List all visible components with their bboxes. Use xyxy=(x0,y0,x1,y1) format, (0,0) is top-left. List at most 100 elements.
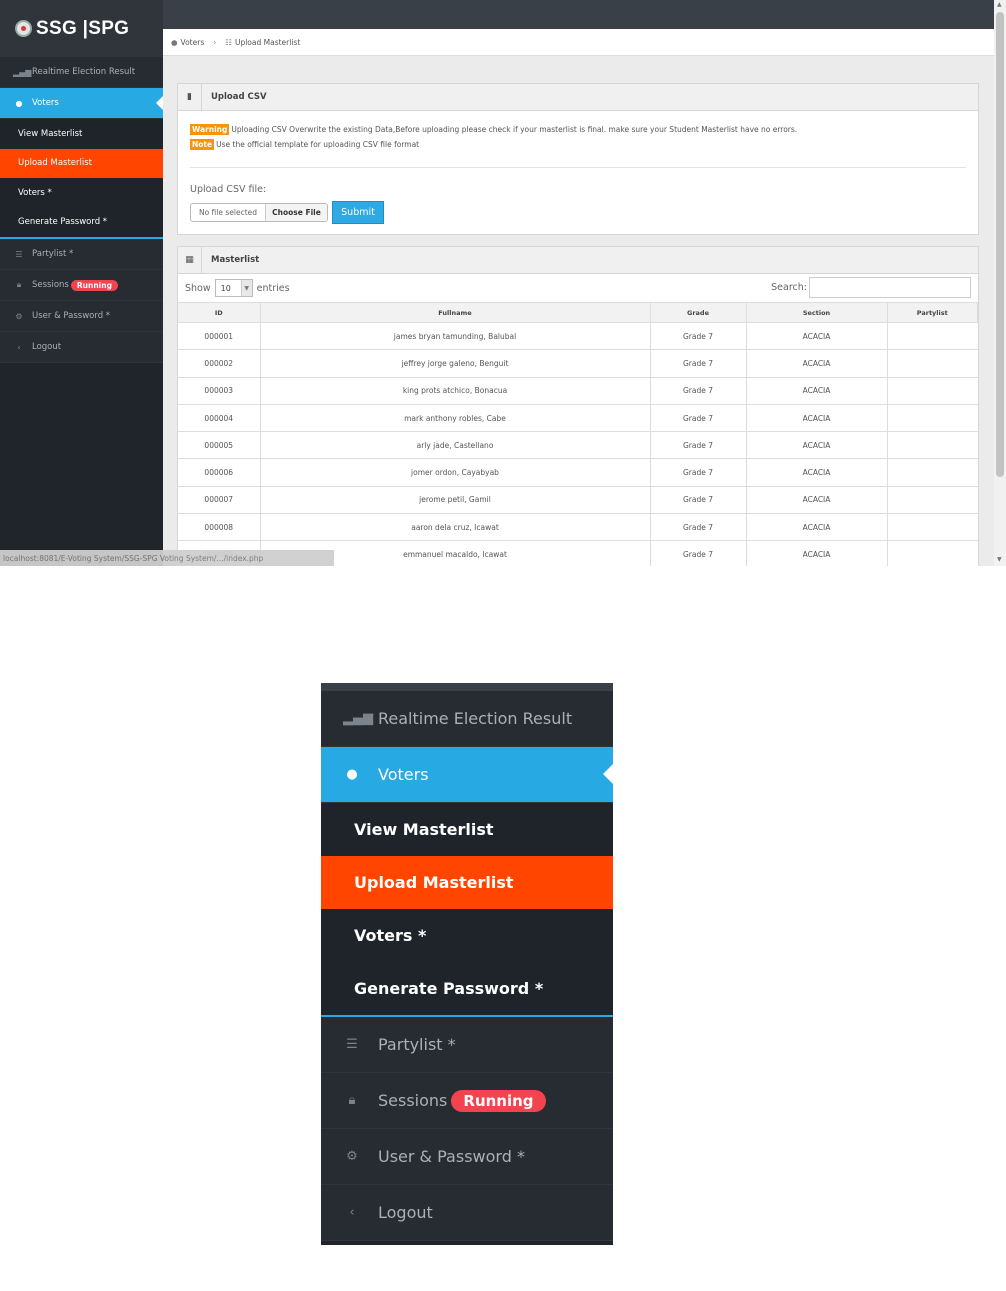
search-control: Search: xyxy=(771,277,971,298)
scroll-down-icon[interactable]: ▼ xyxy=(997,556,1002,563)
submenu-label: Upload Masterlist xyxy=(354,873,514,892)
scroll-up-icon[interactable]: ▲ xyxy=(997,1,1002,8)
chevron-down-icon: ▼ xyxy=(240,280,252,296)
grid-icon: ▦ xyxy=(178,247,202,273)
submenu-voters[interactable]: Voters * xyxy=(0,178,163,208)
cell-id: 000001 xyxy=(178,322,260,351)
sidebar-item-user-password[interactable]: ⚙ User & Password * xyxy=(0,301,163,332)
show-label: Show xyxy=(185,282,211,294)
cell-fullname: mark anthony robles, Cabe xyxy=(259,404,650,433)
brand-title: SSG |SPG xyxy=(36,17,130,39)
sidebar-item-realtime-result[interactable]: ▂▄▆ Realtime Election Result xyxy=(321,691,613,747)
search-input[interactable] xyxy=(809,277,971,298)
sidebar-item-label: Voters xyxy=(378,765,429,784)
bookmark-icon: ▮ xyxy=(178,84,202,110)
warning-text: Uploading CSV Overwrite the existing Dat… xyxy=(231,125,798,134)
sidebar-item-label: Realtime Election Result xyxy=(32,67,136,77)
cell-fullname: jeffrey jorge galeno, Benguit xyxy=(259,349,650,378)
scrollbar-thumb[interactable] xyxy=(996,12,1004,477)
table-row[interactable]: 000002 jeffrey jorge galeno, Benguit Grade… xyxy=(178,349,978,378)
table-row[interactable]: 000005 arly jade, Castellano Grade 7 ACACIA xyxy=(178,431,978,460)
cell-partylist xyxy=(886,540,978,566)
column-header-id[interactable]: ID xyxy=(178,302,261,323)
top-navbar-strip xyxy=(321,683,613,691)
table-row[interactable]: 000001 james bryan tamunding, Balubal Grad… xyxy=(178,322,978,351)
entries-control: Show 10 ▼ entries xyxy=(185,279,290,297)
sidebar-item-logout[interactable]: ‹ Logout xyxy=(0,332,163,363)
submenu-voters[interactable]: Voters * xyxy=(321,909,613,962)
table-row[interactable]: 000007 jerome petil, Gamil Grade 7 ACACIA xyxy=(178,486,978,515)
cell-section: ACACIA xyxy=(745,404,887,433)
status-bar-url: localhost:8081/E-Voting System/SSG-SPG V… xyxy=(0,550,334,566)
sidebar-item-partylist[interactable]: ☰ Partylist * xyxy=(321,1017,613,1073)
logo-icon xyxy=(15,20,32,37)
submenu-label: View Masterlist xyxy=(354,820,494,839)
cell-fullname: jomer ordon, Cayabyab xyxy=(259,458,650,487)
submenu-upload-masterlist[interactable]: Upload Masterlist xyxy=(0,148,163,178)
sidebar-item-label: Partylist * xyxy=(378,1035,456,1054)
table-row[interactable]: 000004 mark anthony robles, Cabe Grade 7 AC… xyxy=(178,404,978,433)
submenu-generate-password[interactable]: Generate Password * xyxy=(0,208,163,238)
sidebar-item-voters[interactable]: ● Voters xyxy=(0,88,163,119)
sidebar-item-label: User & Password * xyxy=(378,1147,525,1166)
column-header-section[interactable]: Section xyxy=(745,302,888,323)
submenu-upload-masterlist[interactable]: Upload Masterlist xyxy=(321,856,613,909)
submenu-label: View Masterlist xyxy=(18,128,83,139)
entries-select[interactable]: 10 ▼ xyxy=(214,279,253,297)
column-header-partylist[interactable]: Partylist xyxy=(886,302,978,323)
cell-partylist xyxy=(886,486,978,515)
panel-title: Upload CSV xyxy=(211,92,267,102)
sidebar-item-label: User & Password * xyxy=(32,311,111,321)
cell-id: 000005 xyxy=(178,431,260,460)
cell-partylist xyxy=(886,404,978,433)
breadcrumb-current: Upload Masterlist xyxy=(234,37,301,47)
sidebar-zoomed: ▂▄▆ Realtime Election Result ● Voters Vi… xyxy=(321,683,613,1245)
submenu-label: Upload Masterlist xyxy=(18,158,92,169)
submenu-view-masterlist[interactable]: View Masterlist xyxy=(0,119,163,149)
list-icon: ☰ xyxy=(346,1037,358,1052)
sidebar-item-sessions[interactable]: 🔒︎ Sessions Running xyxy=(321,1073,613,1129)
submenu-generate-password[interactable]: Generate Password * xyxy=(321,962,613,1015)
submenu-label: Voters * xyxy=(354,926,427,945)
brand[interactable]: SSG |SPG xyxy=(0,0,163,57)
breadcrumb-home[interactable]: Voters xyxy=(181,38,205,47)
cell-grade: Grade 7 xyxy=(649,377,746,405)
submit-button[interactable]: Submit xyxy=(332,201,384,224)
signal-icon: ▂▄▆ xyxy=(13,67,32,77)
column-header-grade[interactable]: Grade xyxy=(649,302,747,323)
cell-grade: Grade 7 xyxy=(649,486,746,515)
submenu-label: Voters * xyxy=(18,187,52,198)
sidebar-item-label: Logout xyxy=(32,342,62,352)
sidebar-item-user-password[interactable]: ⚙ User & Password * xyxy=(321,1129,613,1185)
sidebar-item-partylist[interactable]: ☰ Partylist * xyxy=(0,239,163,270)
sidebar-item-voters[interactable]: ● Voters xyxy=(321,747,613,803)
masterlist-panel: ▦ Masterlist Show 10 ▼ entries Search: I… xyxy=(177,246,979,566)
cell-section: ACACIA xyxy=(745,486,887,515)
sidebar-item-logout[interactable]: ‹ Logout xyxy=(321,1185,613,1241)
cell-grade: Grade 7 xyxy=(649,349,746,378)
gear-icon: ⚙ xyxy=(15,311,23,321)
submenu-view-masterlist[interactable]: View Masterlist xyxy=(321,803,613,856)
sidebar-item-label: Voters xyxy=(32,98,59,108)
table-row[interactable]: 000008 aaron dela cruz, Icawat Grade 7 ACAC… xyxy=(178,513,978,542)
scrollbar[interactable]: ▲ ▼ xyxy=(994,0,1006,566)
lock-icon: 🔒︎ xyxy=(348,1093,356,1108)
cell-partylist xyxy=(886,513,978,542)
cell-section: ACACIA xyxy=(745,431,887,460)
user-icon: ● xyxy=(171,37,178,47)
cell-section: ACACIA xyxy=(745,377,887,405)
status-badge: Running xyxy=(451,1089,546,1112)
file-input[interactable]: No file selected Choose File xyxy=(190,203,328,222)
sidebar-item-label: Realtime Election Result xyxy=(378,709,573,728)
sidebar-item-realtime-result[interactable]: ▂▄▆ Realtime Election Result xyxy=(0,57,163,88)
column-header-fullname[interactable]: Fullname xyxy=(259,302,651,323)
sidebar-item-sessions[interactable]: 🔒︎ Sessions Running xyxy=(0,270,163,301)
table-header-row: ID Fullname Grade Section Partylist xyxy=(178,302,978,323)
cell-partylist xyxy=(886,377,978,405)
sidebar-item-label: Sessions xyxy=(32,280,69,290)
table-row[interactable]: 000006 jomer ordon, Cayabyab Grade 7 ACACIA xyxy=(178,458,978,487)
table-body: 000001 james bryan tamunding, Balubal Grad… xyxy=(178,322,978,566)
signal-icon: ▂▄▆ xyxy=(343,711,373,726)
choose-file-button[interactable]: Choose File xyxy=(266,204,327,221)
table-row[interactable]: 000003 king prots atchico, Bonacua Grade 7… xyxy=(178,377,978,405)
